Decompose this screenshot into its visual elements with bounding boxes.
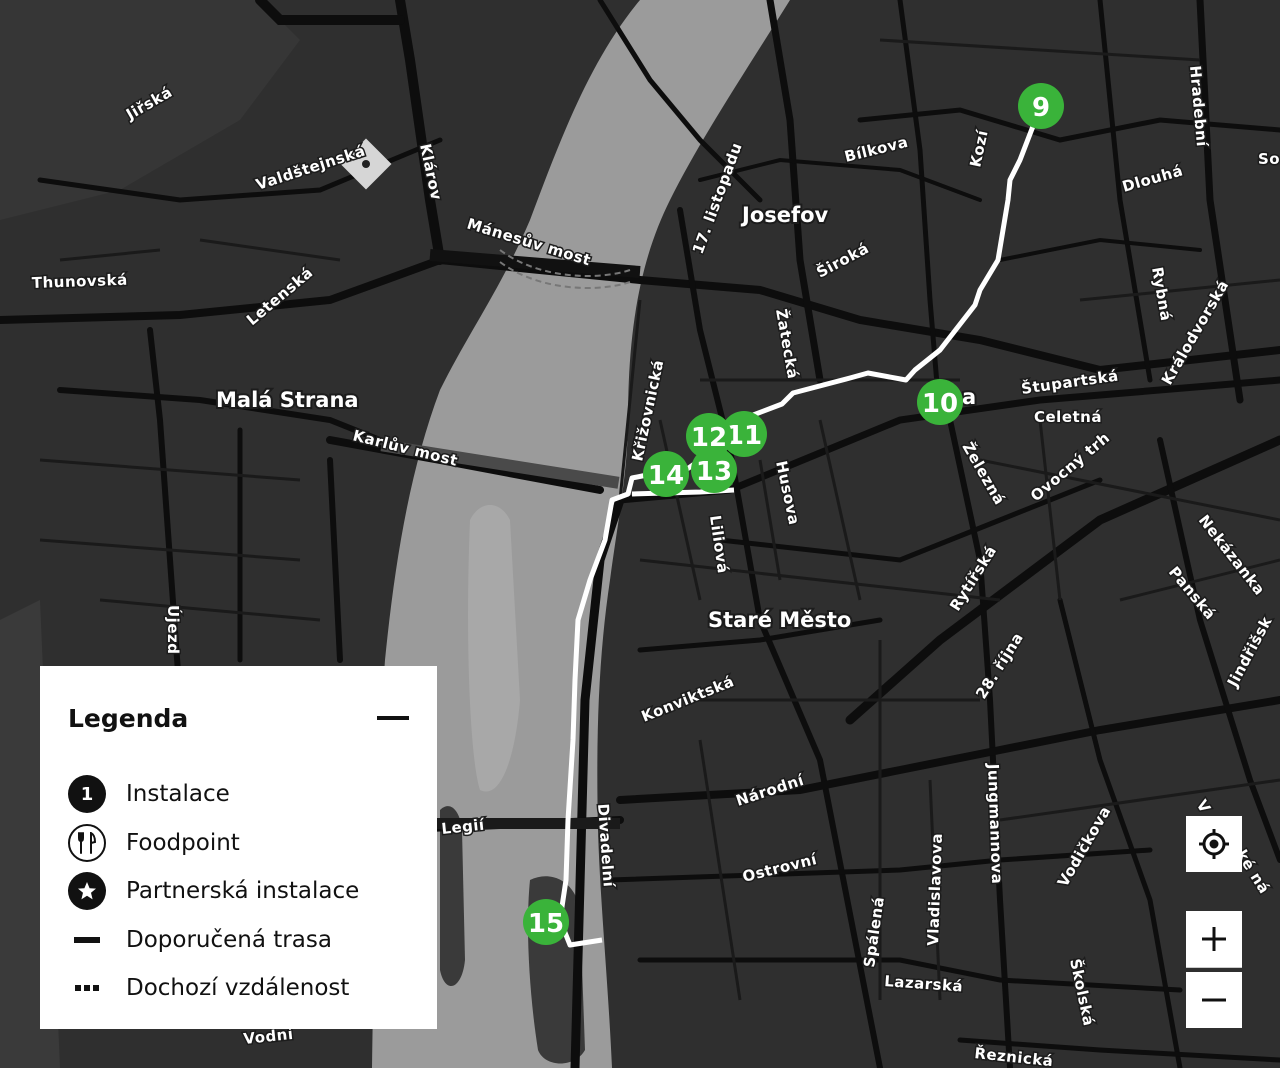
marker-14[interactable]: 14 [643,451,689,497]
marker-10[interactable]: 10 [917,379,963,425]
legend-label: Foodpoint [126,829,240,856]
legend-item-doporucena-trasa: Doporučená trasa [68,916,409,965]
zoom-in-button[interactable] [1186,911,1242,968]
legend-label: Dochozí vzdálenost [126,975,350,1002]
street-label-thunovska: Thunovská [32,271,128,292]
district-stare-mesto: Staré Město [708,608,851,632]
minus-icon [1202,998,1226,1002]
locate-button[interactable] [1186,816,1242,872]
legend-collapse-button[interactable] [377,702,409,734]
svg-text:10: 10 [922,389,958,419]
legend-label: Partnerská instalace [126,878,360,905]
district-josefov: Josefov [740,203,829,227]
legend-panel: Legenda 1 Instalace Foodpoint Partnerská… [40,666,437,1029]
district-praha-partial: a [962,385,976,409]
street-label-ujezd: Újezd [164,605,183,654]
svg-text:15: 15 [528,909,564,939]
numbered-circle-icon: 1 [68,775,106,814]
street-label-celetna: Celetná [1034,408,1102,426]
svg-text:9: 9 [1032,93,1050,123]
solid-line-icon [68,921,106,959]
legend-item-instalace: 1 Instalace [68,770,409,819]
marker-9[interactable]: 9 [1018,83,1064,129]
star-icon [68,872,106,911]
minus-icon [377,716,409,720]
legend-header: Legenda [68,666,409,770]
svg-text:14: 14 [648,461,684,491]
locate-icon [1199,829,1229,859]
marker-15[interactable]: 15 [523,899,569,945]
legend-item-partnerska-instalace: Partnerská instalace [68,867,409,916]
district-mala-strana: Malá Strana [216,388,359,412]
street-label-so: So [1258,150,1280,168]
marker-13[interactable]: 13 [691,447,737,493]
numbered-circle-text: 1 [68,775,106,814]
legend-item-foodpoint: Foodpoint [68,819,409,868]
fork-knife-icon [68,823,106,862]
svg-text:13: 13 [696,457,732,487]
plus-icon [1202,927,1226,951]
legend-label: Doporučená trasa [126,926,332,953]
legend-label: Instalace [126,781,230,808]
dotted-line-icon [68,969,106,1007]
zoom-out-button[interactable] [1186,972,1242,1028]
legend-title: Legenda [68,703,189,733]
legend-item-dochozi-vzdalenost: Dochozí vzdálenost [68,964,409,1013]
building-dot [362,160,370,168]
